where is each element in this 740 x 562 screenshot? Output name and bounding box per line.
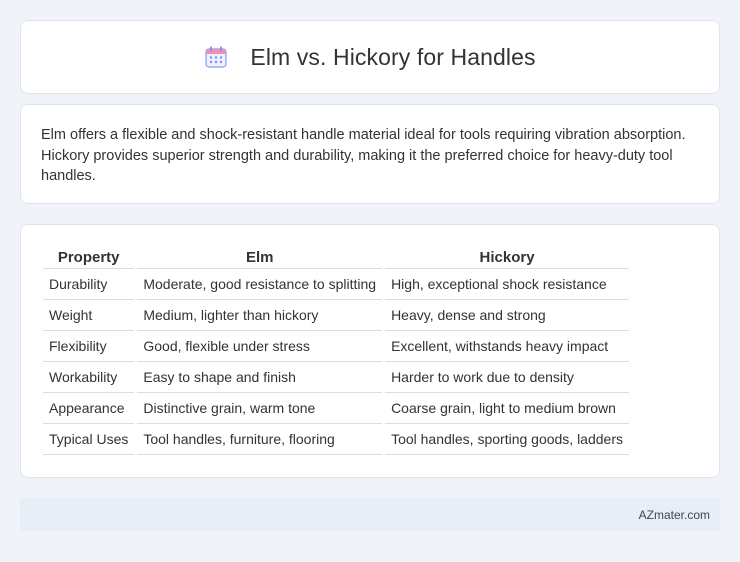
cell-elm: Easy to shape and finish — [137, 362, 383, 393]
header-property: Property — [43, 247, 135, 269]
cell-hickory: Tool handles, sporting goods, ladders — [385, 424, 629, 455]
cell-property: Appearance — [43, 393, 135, 424]
comparison-card: Property Elm Hickory Durability Moderate… — [20, 224, 720, 478]
summary-card: Elm offers a flexible and shock-resistan… — [20, 104, 720, 204]
cell-property: Durability — [43, 269, 135, 300]
cell-property: Typical Uses — [43, 424, 135, 455]
table-header-row: Property Elm Hickory — [43, 247, 629, 269]
cell-hickory: Excellent, withstands heavy impact — [385, 331, 629, 362]
table-row: Weight Medium, lighter than hickory Heav… — [43, 300, 629, 331]
page-title: Elm vs. Hickory for Handles — [250, 43, 536, 70]
cell-elm: Medium, lighter than hickory — [137, 300, 383, 331]
table-row: Flexibility Good, flexible under stress … — [43, 331, 629, 362]
footer-brand[interactable]: AZmater.com — [639, 508, 710, 522]
table-row: Appearance Distinctive grain, warm tone … — [43, 393, 629, 424]
cell-property: Weight — [43, 300, 135, 331]
cell-elm: Moderate, good resistance to splitting — [137, 269, 383, 300]
cell-hickory: High, exceptional shock resistance — [385, 269, 629, 300]
cell-elm: Good, flexible under stress — [137, 331, 383, 362]
header-hickory: Hickory — [385, 247, 629, 269]
table-row: Durability Moderate, good resistance to … — [43, 269, 629, 300]
table-row: Workability Easy to shape and finish Har… — [43, 362, 629, 393]
summary-text: Elm offers a flexible and shock-resistan… — [41, 127, 686, 184]
cell-hickory: Heavy, dense and strong — [385, 300, 629, 331]
cell-hickory: Harder to work due to density — [385, 362, 629, 393]
title-card: Elm vs. Hickory for Handles — [20, 20, 720, 94]
calendar-icon — [204, 45, 228, 69]
cell-elm: Tool handles, furniture, flooring — [137, 424, 383, 455]
header-elm: Elm — [137, 247, 383, 269]
cell-hickory: Coarse grain, light to medium brown — [385, 393, 629, 424]
footer: AZmater.com — [20, 498, 720, 531]
cell-property: Workability — [43, 362, 135, 393]
cell-property: Flexibility — [43, 331, 135, 362]
table-row: Typical Uses Tool handles, furniture, fl… — [43, 424, 629, 455]
page: Elm vs. Hickory for Handles Elm offers a… — [0, 0, 740, 562]
cell-elm: Distinctive grain, warm tone — [137, 393, 383, 424]
comparison-table: Property Elm Hickory Durability Moderate… — [43, 247, 629, 455]
